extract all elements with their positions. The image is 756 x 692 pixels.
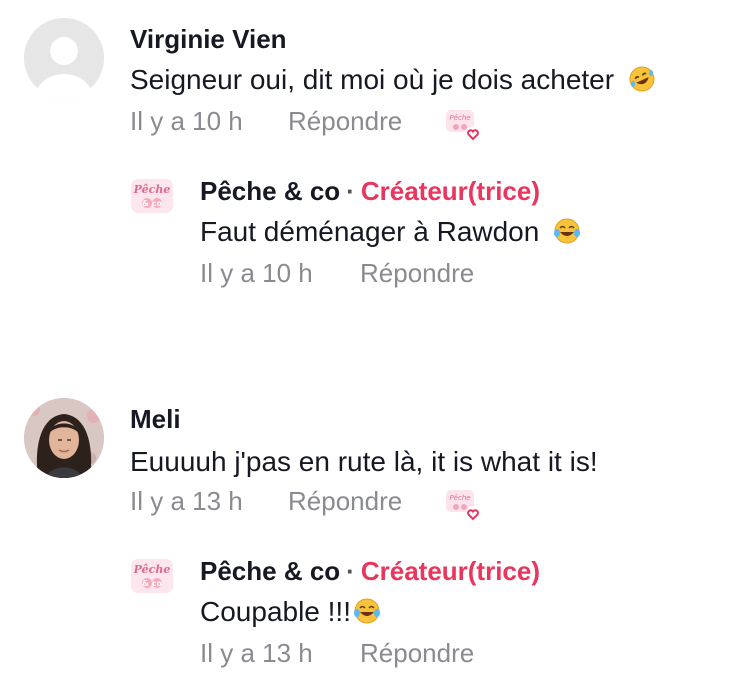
reply-text: Faut déménager à Rawdon: [200, 216, 581, 248]
creator-liked-heart-icon: Pêche: [446, 110, 481, 142]
reply-time: Il y a 13 h: [200, 638, 313, 668]
separator-dot: ·: [346, 556, 355, 586]
comment-text: Seigneur oui, dit moi où je dois acheter: [130, 64, 656, 96]
svg-text:& co: & co: [142, 579, 163, 588]
separator-dot: ·: [346, 176, 355, 206]
svg-text:Pêche: Pêche: [133, 563, 171, 576]
svg-text:Pêche: Pêche: [449, 114, 470, 122]
svg-text:& co: & co: [142, 199, 163, 208]
reply-button[interactable]: Répondre: [288, 106, 402, 137]
reply-time: Il y a 10 h: [200, 258, 313, 288]
comment-author[interactable]: Virginie Vien: [130, 24, 287, 55]
joy-emoji-icon: [354, 598, 380, 624]
default-avatar-icon: [24, 18, 104, 98]
comment-time: Il y a 10 h: [130, 106, 243, 136]
reply-author[interactable]: Pêche & co: [200, 556, 340, 586]
creator-liked-heart-icon: Pêche: [446, 490, 481, 522]
reply-author[interactable]: Pêche & co: [200, 176, 340, 206]
comment-author[interactable]: Meli: [130, 404, 181, 435]
profile-photo: [24, 398, 104, 478]
creator-badge: Créateur(trice): [360, 176, 541, 206]
comment-time: Il y a 13 h: [130, 486, 243, 516]
reply-author-line: Pêche & co · Créateur(trice): [200, 176, 540, 207]
svg-text:Pêche: Pêche: [133, 183, 171, 196]
creator-avatar[interactable]: Pêche & co: [130, 178, 174, 214]
creator-liked-badge[interactable]: Pêche: [444, 488, 484, 524]
rofl-emoji-icon: [629, 66, 655, 92]
reply-text: Coupable !!!: [200, 596, 381, 628]
creator-liked-badge[interactable]: Pêche: [444, 108, 484, 144]
commenter-avatar[interactable]: [24, 18, 104, 98]
creator-avatar[interactable]: Pêche & co: [130, 558, 174, 594]
reply-button[interactable]: Répondre: [360, 638, 474, 669]
commenter-avatar[interactable]: [24, 398, 104, 478]
creator-logo-icon: Pêche & co: [131, 559, 173, 593]
joy-emoji-icon: [554, 218, 581, 244]
svg-text:Pêche: Pêche: [449, 494, 470, 502]
comment-text: Euuuuh j'pas en rute là, it is what it i…: [130, 446, 598, 477]
reply-button[interactable]: Répondre: [360, 258, 474, 289]
creator-logo-icon: Pêche & co: [131, 179, 173, 213]
reply-author-line: Pêche & co · Créateur(trice): [200, 556, 540, 587]
reply-button[interactable]: Répondre: [288, 486, 402, 517]
creator-badge: Créateur(trice): [360, 556, 541, 586]
